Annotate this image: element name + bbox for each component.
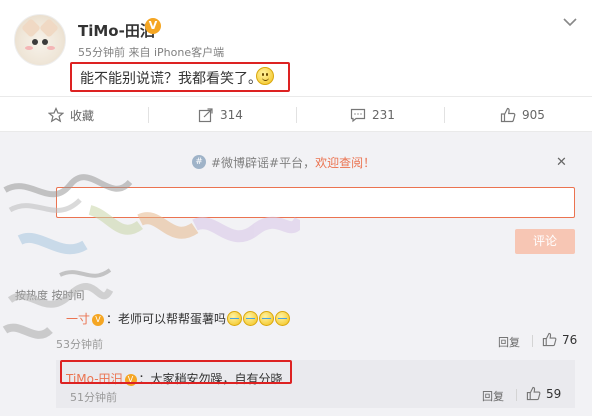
share-button[interactable]: 314 — [198, 97, 243, 133]
avatar-ear — [39, 18, 59, 38]
thumbs-up-icon — [526, 386, 541, 401]
reply-like-button[interactable]: 59 — [526, 386, 561, 401]
star-icon — [47, 107, 65, 123]
crying-emoji-icon — [275, 311, 291, 326]
like-button[interactable]: 905 — [500, 97, 545, 133]
comment-like-count: 76 — [562, 332, 578, 347]
comment-author[interactable]: 一寸 — [66, 312, 90, 326]
submit-comment-button[interactable]: 评论 — [515, 229, 575, 254]
crying-emoji-icon — [227, 311, 243, 326]
avatar-eye — [42, 39, 48, 45]
comment-icon — [350, 107, 366, 123]
post-content: 能不能别说谎？我都看笑了。 — [80, 71, 262, 87]
weibo-post: TiMo-田汨 V 55分钟前 来自 iPhone客户端 能不能别说谎？我都看笑… — [0, 0, 592, 96]
comment-time: 53分钟前 — [56, 338, 103, 351]
comment-count: 231 — [372, 108, 395, 122]
post-action-bar: 收藏 314 231 905 — [0, 96, 592, 132]
verified-v-icon: V — [145, 18, 161, 34]
thumbs-up-icon — [542, 332, 557, 347]
favorite-button[interactable]: 收藏 — [47, 97, 95, 133]
close-icon[interactable]: ✕ — [556, 155, 567, 170]
crying-emoji-icon — [243, 311, 259, 326]
reply-time: 51分钟前 — [70, 391, 117, 404]
reply-button[interactable]: 回复 — [498, 334, 520, 350]
reply-button[interactable]: 回复 — [482, 388, 504, 404]
comment-item: 一寸 V ：老师可以帮帮蛋薯吗 53分钟前 回复 76 — [56, 300, 577, 358]
post-time[interactable]: 55分钟前 — [78, 46, 125, 59]
divider — [148, 107, 149, 123]
divider — [444, 107, 445, 123]
divider — [516, 389, 517, 401]
divider — [296, 107, 297, 123]
smile-emoji-icon — [256, 67, 274, 85]
comment-input[interactable] — [56, 187, 575, 218]
like-count: 905 — [522, 108, 545, 122]
favorite-label: 收藏 — [70, 108, 95, 123]
avatar-blush — [47, 46, 55, 50]
crying-emoji-icon — [259, 311, 275, 326]
rumor-notice: # #微博辟谣#平台， 欢迎查阅！ — [192, 153, 375, 171]
comment-like-button[interactable]: 76 — [542, 332, 577, 347]
comment-text: ：老师可以帮帮蛋薯吗 — [106, 312, 227, 326]
chevron-down-icon[interactable] — [562, 16, 578, 28]
share-count: 314 — [220, 108, 243, 122]
weibo-rumor-icon: # — [192, 155, 206, 169]
share-icon — [198, 107, 214, 123]
author-name[interactable]: TiMo-田汨 — [78, 20, 155, 41]
post-source: 来自 iPhone客户端 — [128, 46, 225, 59]
reply-like-count: 59 — [546, 386, 562, 401]
notice-text: #微博辟谣#平台， — [211, 155, 316, 170]
comment-body: 一寸 V ：老师可以帮帮蛋薯吗 — [66, 310, 291, 327]
avatar-ear — [21, 18, 41, 38]
avatar-eye — [32, 39, 38, 45]
post-meta: 55分钟前 来自 iPhone客户端 — [78, 44, 224, 60]
thumbs-up-icon — [500, 107, 516, 123]
highlight-box — [60, 360, 292, 384]
verified-v-icon: V — [92, 314, 105, 326]
avatar-blush — [25, 46, 33, 50]
author-avatar[interactable] — [14, 14, 66, 66]
comment-button[interactable]: 231 — [350, 97, 395, 133]
notice-link[interactable]: 欢迎查阅！ — [315, 154, 375, 171]
divider — [532, 335, 533, 347]
